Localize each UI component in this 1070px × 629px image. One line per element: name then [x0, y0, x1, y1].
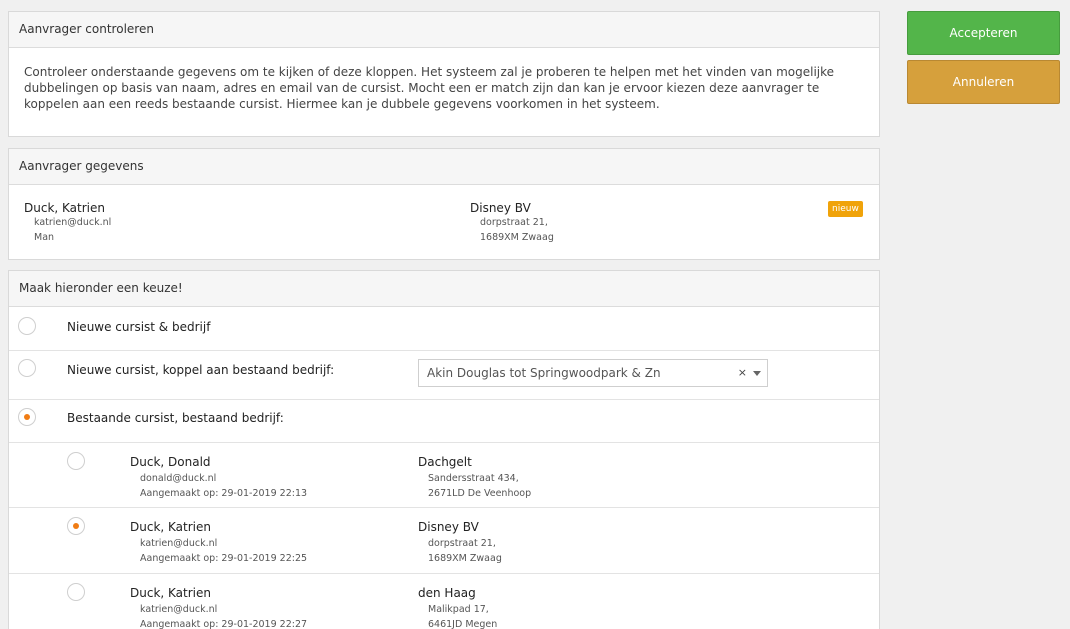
- match-email: katrien@duck.nl: [140, 538, 218, 549]
- clear-select-icon[interactable]: ×: [738, 360, 747, 386]
- match-name: Duck, Katrien: [130, 586, 211, 600]
- match-created: Aangemaakt op: 29-01-2019 22:27: [140, 619, 308, 629]
- option-new-student-existing-company[interactable]: Nieuwe cursist, koppel aan bestaand bedr…: [9, 350, 879, 399]
- match-city: 6461JD Megen: [428, 619, 498, 629]
- option-new-student-new-company[interactable]: Nieuwe cursist & bedrijf: [9, 307, 879, 350]
- match-created: Aangemaakt op: 29-01-2019 22:13: [140, 488, 308, 499]
- match-street: dorpstraat 21,: [428, 538, 496, 549]
- cancel-button[interactable]: Annuleren: [907, 60, 1060, 104]
- applicant-street: dorpstraat 21,: [480, 217, 548, 228]
- match-email: katrien@duck.nl: [140, 604, 218, 615]
- review-panel: Aanvrager controleren Controleer onderst…: [8, 11, 880, 137]
- chevron-down-icon[interactable]: [753, 371, 761, 376]
- match-city: 2671LD De Veenhoop: [428, 488, 532, 499]
- review-panel-title: Aanvrager controleren: [9, 12, 879, 48]
- option3-radio[interactable]: [18, 408, 36, 426]
- match-company: Dachgelt: [418, 455, 472, 469]
- match-row[interactable]: Duck, Donald donald@duck.nl Aangemaakt o…: [9, 442, 879, 507]
- match-radio[interactable]: [67, 583, 85, 601]
- match-row[interactable]: Duck, Katrien katrien@duck.nl Aangemaakt…: [9, 507, 879, 573]
- applicant-company: Disney BV: [470, 201, 531, 215]
- applicant-email: katrien@duck.nl: [34, 217, 112, 228]
- new-badge: nieuw: [828, 201, 863, 217]
- option2-label: Nieuwe cursist, koppel aan bestaand bedr…: [67, 363, 335, 377]
- option1-radio[interactable]: [18, 317, 36, 335]
- match-email: donald@duck.nl: [140, 473, 217, 484]
- choice-panel: Maak hieronder een keuze! Nieuwe cursist…: [8, 270, 880, 629]
- applicant-city: 1689XM Zwaag: [480, 232, 554, 243]
- match-company: Disney BV: [418, 520, 479, 534]
- review-intro-text: Controleer onderstaande gegevens om te k…: [24, 65, 835, 111]
- match-company: den Haag: [418, 586, 476, 600]
- option2-radio[interactable]: [18, 359, 36, 377]
- company-select-value: Akin Douglas tot Springwoodpark & Zn: [427, 366, 661, 380]
- match-name: Duck, Katrien: [130, 520, 211, 534]
- applicant-panel: Aanvrager gegevens Duck, Katrien katrien…: [8, 148, 880, 260]
- option-existing-student-existing-company[interactable]: Bestaande cursist, bestaand bedrijf:: [9, 399, 879, 442]
- accept-button[interactable]: Accepteren: [907, 11, 1060, 55]
- match-radio[interactable]: [67, 517, 85, 535]
- match-radio[interactable]: [67, 452, 85, 470]
- match-created: Aangemaakt op: 29-01-2019 22:25: [140, 553, 308, 564]
- option3-label: Bestaande cursist, bestaand bedrijf:: [67, 411, 284, 425]
- applicant-name: Duck, Katrien: [24, 201, 105, 215]
- applicant-panel-title: Aanvrager gegevens: [9, 149, 879, 185]
- applicant-gender: Man: [34, 232, 55, 243]
- match-name: Duck, Donald: [130, 455, 211, 469]
- option1-label: Nieuwe cursist & bedrijf: [67, 320, 211, 334]
- company-select[interactable]: Akin Douglas tot Springwoodpark & Zn ×: [418, 359, 768, 387]
- match-row[interactable]: Duck, Katrien katrien@duck.nl Aangemaakt…: [9, 573, 879, 629]
- match-street: Malikpad 17,: [428, 604, 489, 615]
- match-city: 1689XM Zwaag: [428, 553, 502, 564]
- choice-panel-title: Maak hieronder een keuze!: [9, 271, 879, 307]
- match-street: Sandersstraat 434,: [428, 473, 519, 484]
